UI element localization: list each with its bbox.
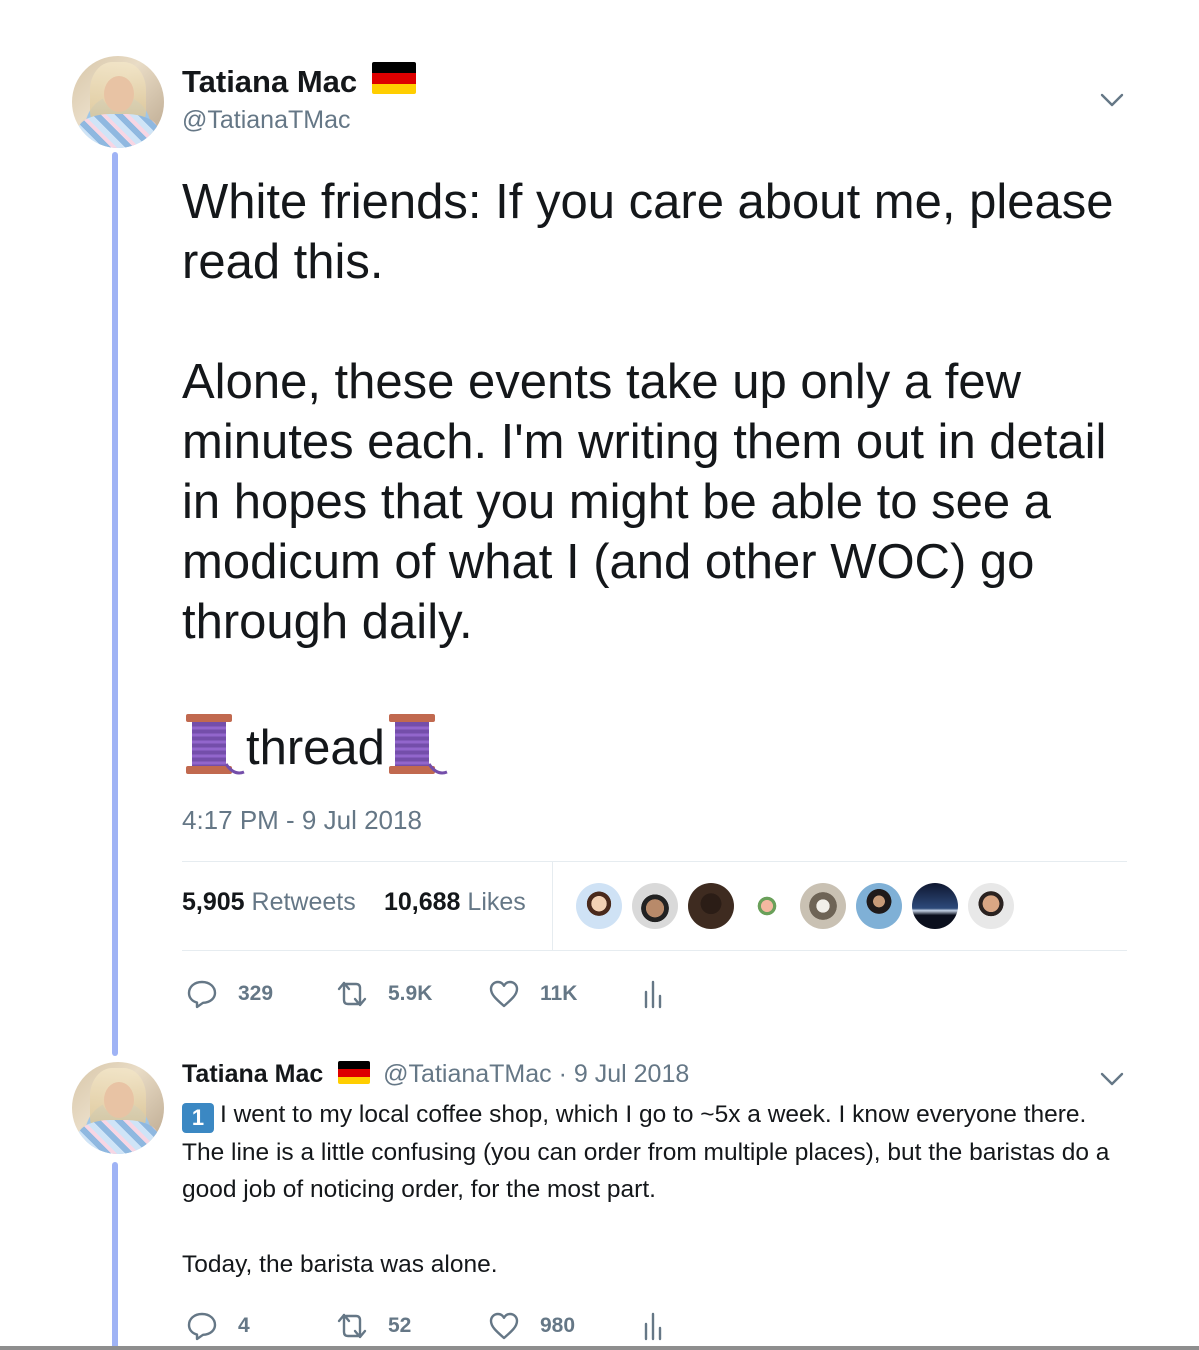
reply-author-handle[interactable]: @TatianaTMac <box>383 1060 552 1088</box>
reply-button[interactable]: 329 <box>186 978 273 1010</box>
likes-stat[interactable]: 10,688 Likes <box>384 888 526 917</box>
reply-count: 4 <box>238 1314 250 1337</box>
thread-connector-line <box>112 152 118 1056</box>
reply-body: 1I went to my local coffee shop, which I… <box>182 1096 1122 1284</box>
author-handle[interactable]: @TatianaTMac <box>182 106 351 135</box>
likes-label: Likes <box>467 888 526 916</box>
reply-button[interactable]: 4 <box>186 1310 250 1342</box>
author-name-text: Tatiana Mac <box>182 64 358 99</box>
like-button[interactable]: 11K <box>488 978 577 1010</box>
like-button[interactable]: 980 <box>488 1310 575 1342</box>
liker-avatar[interactable] <box>912 883 958 929</box>
reply-count: 329 <box>238 982 274 1005</box>
stats-vertical-divider <box>552 862 553 950</box>
liker-avatar[interactable] <box>744 883 790 929</box>
liker-avatar[interactable] <box>800 883 846 929</box>
retweets-count: 5,905 <box>182 888 245 916</box>
liker-avatars <box>576 883 1014 929</box>
retweet-button[interactable]: 52 <box>334 1310 411 1342</box>
liker-avatar[interactable] <box>856 883 902 929</box>
keycap-one-icon: 1 <box>182 1103 214 1133</box>
analytics-button[interactable] <box>642 1310 666 1342</box>
reply-body-text: I went to my local coffee shop, which I … <box>182 1101 1110 1278</box>
reply-header: Tatiana Mac @TatianaTMac · 9 Jul 2018 <box>182 1060 689 1089</box>
liker-avatar[interactable] <box>632 883 678 929</box>
analytics-icon <box>642 1310 666 1342</box>
like-icon <box>488 978 520 1010</box>
likes-count: 10,688 <box>384 888 461 916</box>
analytics-icon <box>642 978 666 1010</box>
tweet-body: White friends: If you care about me, ple… <box>182 172 1142 792</box>
reply-date[interactable]: 9 Jul 2018 <box>574 1060 689 1088</box>
chevron-down-icon[interactable] <box>1100 92 1124 108</box>
date-separator: · <box>558 1060 567 1088</box>
author-avatar[interactable] <box>72 56 164 148</box>
like-count: 980 <box>540 1314 576 1337</box>
thread-connector-line <box>112 1162 118 1350</box>
retweets-label: Retweets <box>251 888 356 916</box>
retweets-stat[interactable]: 5,905 Retweets <box>182 888 356 917</box>
retweet-count: 52 <box>388 1314 412 1337</box>
stats-bottom-divider <box>182 950 1127 951</box>
retweet-icon <box>334 978 370 1010</box>
spool-of-thread-icon <box>385 712 449 792</box>
window-bottom-edge <box>0 1346 1199 1350</box>
author-name[interactable]: Tatiana Mac <box>182 62 416 100</box>
retweet-count: 5.9K <box>388 982 433 1005</box>
retweet-icon <box>334 1310 370 1342</box>
reply-author-name[interactable]: Tatiana Mac <box>182 1060 323 1088</box>
reply-icon <box>186 1310 218 1342</box>
retweet-button[interactable]: 5.9K <box>334 978 432 1010</box>
tweet-timestamp[interactable]: 4:17 PM - 9 Jul 2018 <box>182 805 422 836</box>
spool-of-thread-icon <box>182 712 246 792</box>
like-icon <box>488 1310 520 1342</box>
chevron-down-icon[interactable] <box>1100 1071 1124 1087</box>
thread-word: thread <box>246 721 385 775</box>
germany-flag-icon <box>338 1061 371 1084</box>
reply-author-avatar[interactable] <box>72 1062 164 1154</box>
liker-avatar[interactable] <box>688 883 734 929</box>
tweet-body-text: White friends: If you care about me, ple… <box>182 175 1114 649</box>
germany-flag-icon <box>371 62 416 94</box>
reply-icon <box>186 978 218 1010</box>
stats-top-divider <box>182 861 1127 862</box>
liker-avatar[interactable] <box>576 883 622 929</box>
liker-avatar[interactable] <box>968 883 1014 929</box>
analytics-button[interactable] <box>642 978 666 1010</box>
like-count: 11K <box>540 982 578 1005</box>
